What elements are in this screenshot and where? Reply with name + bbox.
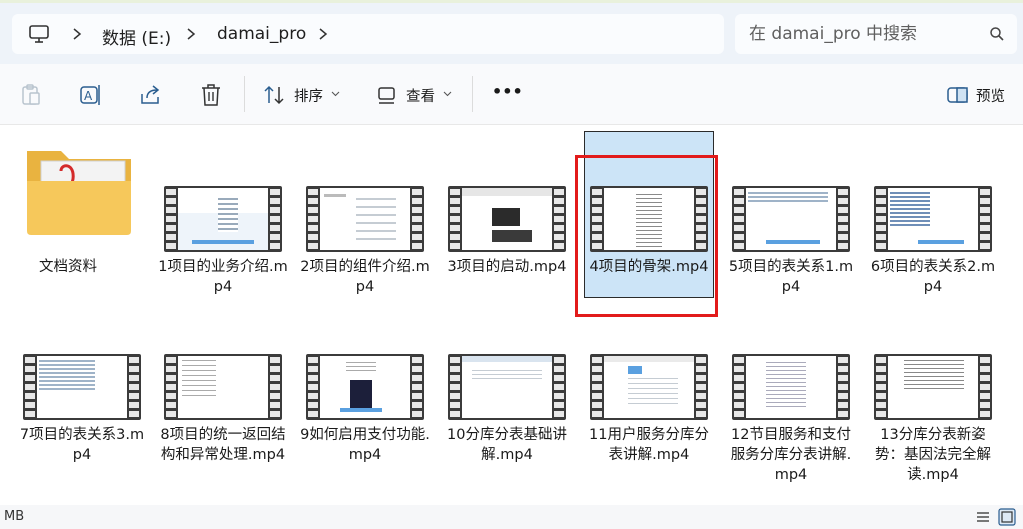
item-label: 8项目的统一返回结构和异常处理.mp4 xyxy=(160,427,286,463)
search-box[interactable] xyxy=(735,14,1017,54)
video-item[interactable]: 8项目的统一返回结构和异常处理.mp4 xyxy=(158,299,288,489)
chevron-down-icon[interactable] xyxy=(331,91,340,97)
sort-button[interactable]: 排序 xyxy=(294,85,323,106)
item-label: 12节目服务和支付服务分库分表讲解.mp4 xyxy=(730,427,852,483)
paste-icon[interactable] xyxy=(18,82,44,108)
delete-icon[interactable] xyxy=(198,82,224,108)
chevron-right-icon[interactable] xyxy=(184,26,198,42)
video-thumbnail xyxy=(158,299,288,420)
video-item[interactable]: 12节目服务和支付服务分库分表讲解.mp4 xyxy=(726,299,856,489)
status-text: MB xyxy=(4,509,25,524)
preview-pane-icon[interactable] xyxy=(945,82,971,108)
folder-icon xyxy=(27,151,131,235)
rename-icon[interactable]: A xyxy=(78,82,104,108)
video-thumbnail xyxy=(442,299,572,420)
item-label: 文档资料 xyxy=(39,259,97,275)
share-icon[interactable] xyxy=(138,82,164,108)
breadcrumb-folder[interactable]: damai_pro xyxy=(217,24,306,44)
video-item[interactable]: 6项目的表关系2.mp4 xyxy=(868,131,998,301)
breadcrumb[interactable]: 数据 (E:) damai_pro xyxy=(12,14,724,54)
chevron-right-icon[interactable] xyxy=(316,26,330,42)
item-label: 9如何启用支付功能.mp4 xyxy=(300,427,430,463)
window-top-edge xyxy=(0,0,1023,3)
view-button[interactable]: 查看 xyxy=(406,85,435,106)
video-item[interactable]: 13分库分表新姿势：基因法完全解读.mp4 xyxy=(868,299,998,489)
toolbar-divider xyxy=(244,76,245,112)
breadcrumb-drive[interactable]: 数据 (E:) xyxy=(102,24,171,49)
search-icon[interactable] xyxy=(989,26,1005,42)
toolbar-divider xyxy=(472,76,473,112)
video-thumbnail xyxy=(726,299,856,420)
large-icons-view-icon[interactable] xyxy=(998,508,1016,526)
svg-text:A: A xyxy=(84,89,93,103)
video-thumbnail xyxy=(17,299,147,420)
video-item[interactable]: 10分库分表基础讲解.mp4 xyxy=(442,299,572,489)
item-label: 11用户服务分库分表讲解.mp4 xyxy=(589,427,709,463)
status-bar: MB xyxy=(0,505,1023,529)
video-thumbnail xyxy=(442,131,572,252)
folder-item[interactable]: 文档资料 xyxy=(3,131,133,301)
item-label: 1项目的业务介绍.mp4 xyxy=(158,259,288,295)
address-bar-area: 数据 (E:) damai_pro xyxy=(0,0,1023,64)
chevron-right-icon[interactable] xyxy=(70,26,84,42)
item-label: 6项目的表关系2.mp4 xyxy=(870,259,996,295)
video-item[interactable]: 7项目的表关系3.mp4 xyxy=(17,299,147,489)
video-thumbnail xyxy=(300,299,430,420)
search-input[interactable] xyxy=(749,14,979,54)
video-item[interactable]: 2项目的组件介绍.mp4 xyxy=(300,131,430,301)
video-item[interactable]: 3项目的启动.mp4 xyxy=(442,131,572,301)
details-view-icon[interactable] xyxy=(974,508,992,526)
video-thumbnail xyxy=(300,131,430,252)
this-pc-icon[interactable] xyxy=(28,23,50,45)
video-item[interactable]: 5项目的表关系1.mp4 xyxy=(726,131,856,301)
video-item[interactable]: 9如何启用支付功能.mp4 xyxy=(300,299,430,489)
video-thumbnail xyxy=(868,299,998,420)
view-icon[interactable] xyxy=(374,82,400,108)
highlight-annotation xyxy=(575,155,718,317)
video-thumbnail xyxy=(868,131,998,252)
chevron-down-icon[interactable] xyxy=(443,91,452,97)
item-label: 13分库分表新姿势：基因法完全解读.mp4 xyxy=(875,427,991,483)
item-label: 5项目的表关系1.mp4 xyxy=(728,259,854,295)
item-label: 7项目的表关系3.mp4 xyxy=(19,427,145,463)
command-bar: A 排序 查看 ••• 预览 xyxy=(0,64,1023,125)
video-thumbnail xyxy=(726,131,856,252)
sort-icon[interactable] xyxy=(262,82,288,108)
item-label: 2项目的组件介绍.mp4 xyxy=(300,259,430,295)
item-label: 3项目的启动.mp4 xyxy=(447,259,567,275)
video-item[interactable]: 11用户服务分库分表讲解.mp4 xyxy=(584,299,714,489)
item-label: 10分库分表基础讲解.mp4 xyxy=(447,427,567,463)
more-options-button[interactable]: ••• xyxy=(492,82,523,101)
video-thumbnail xyxy=(158,131,288,252)
video-item[interactable]: 1项目的业务介绍.mp4 xyxy=(158,131,288,301)
preview-button[interactable]: 预览 xyxy=(976,85,1005,106)
